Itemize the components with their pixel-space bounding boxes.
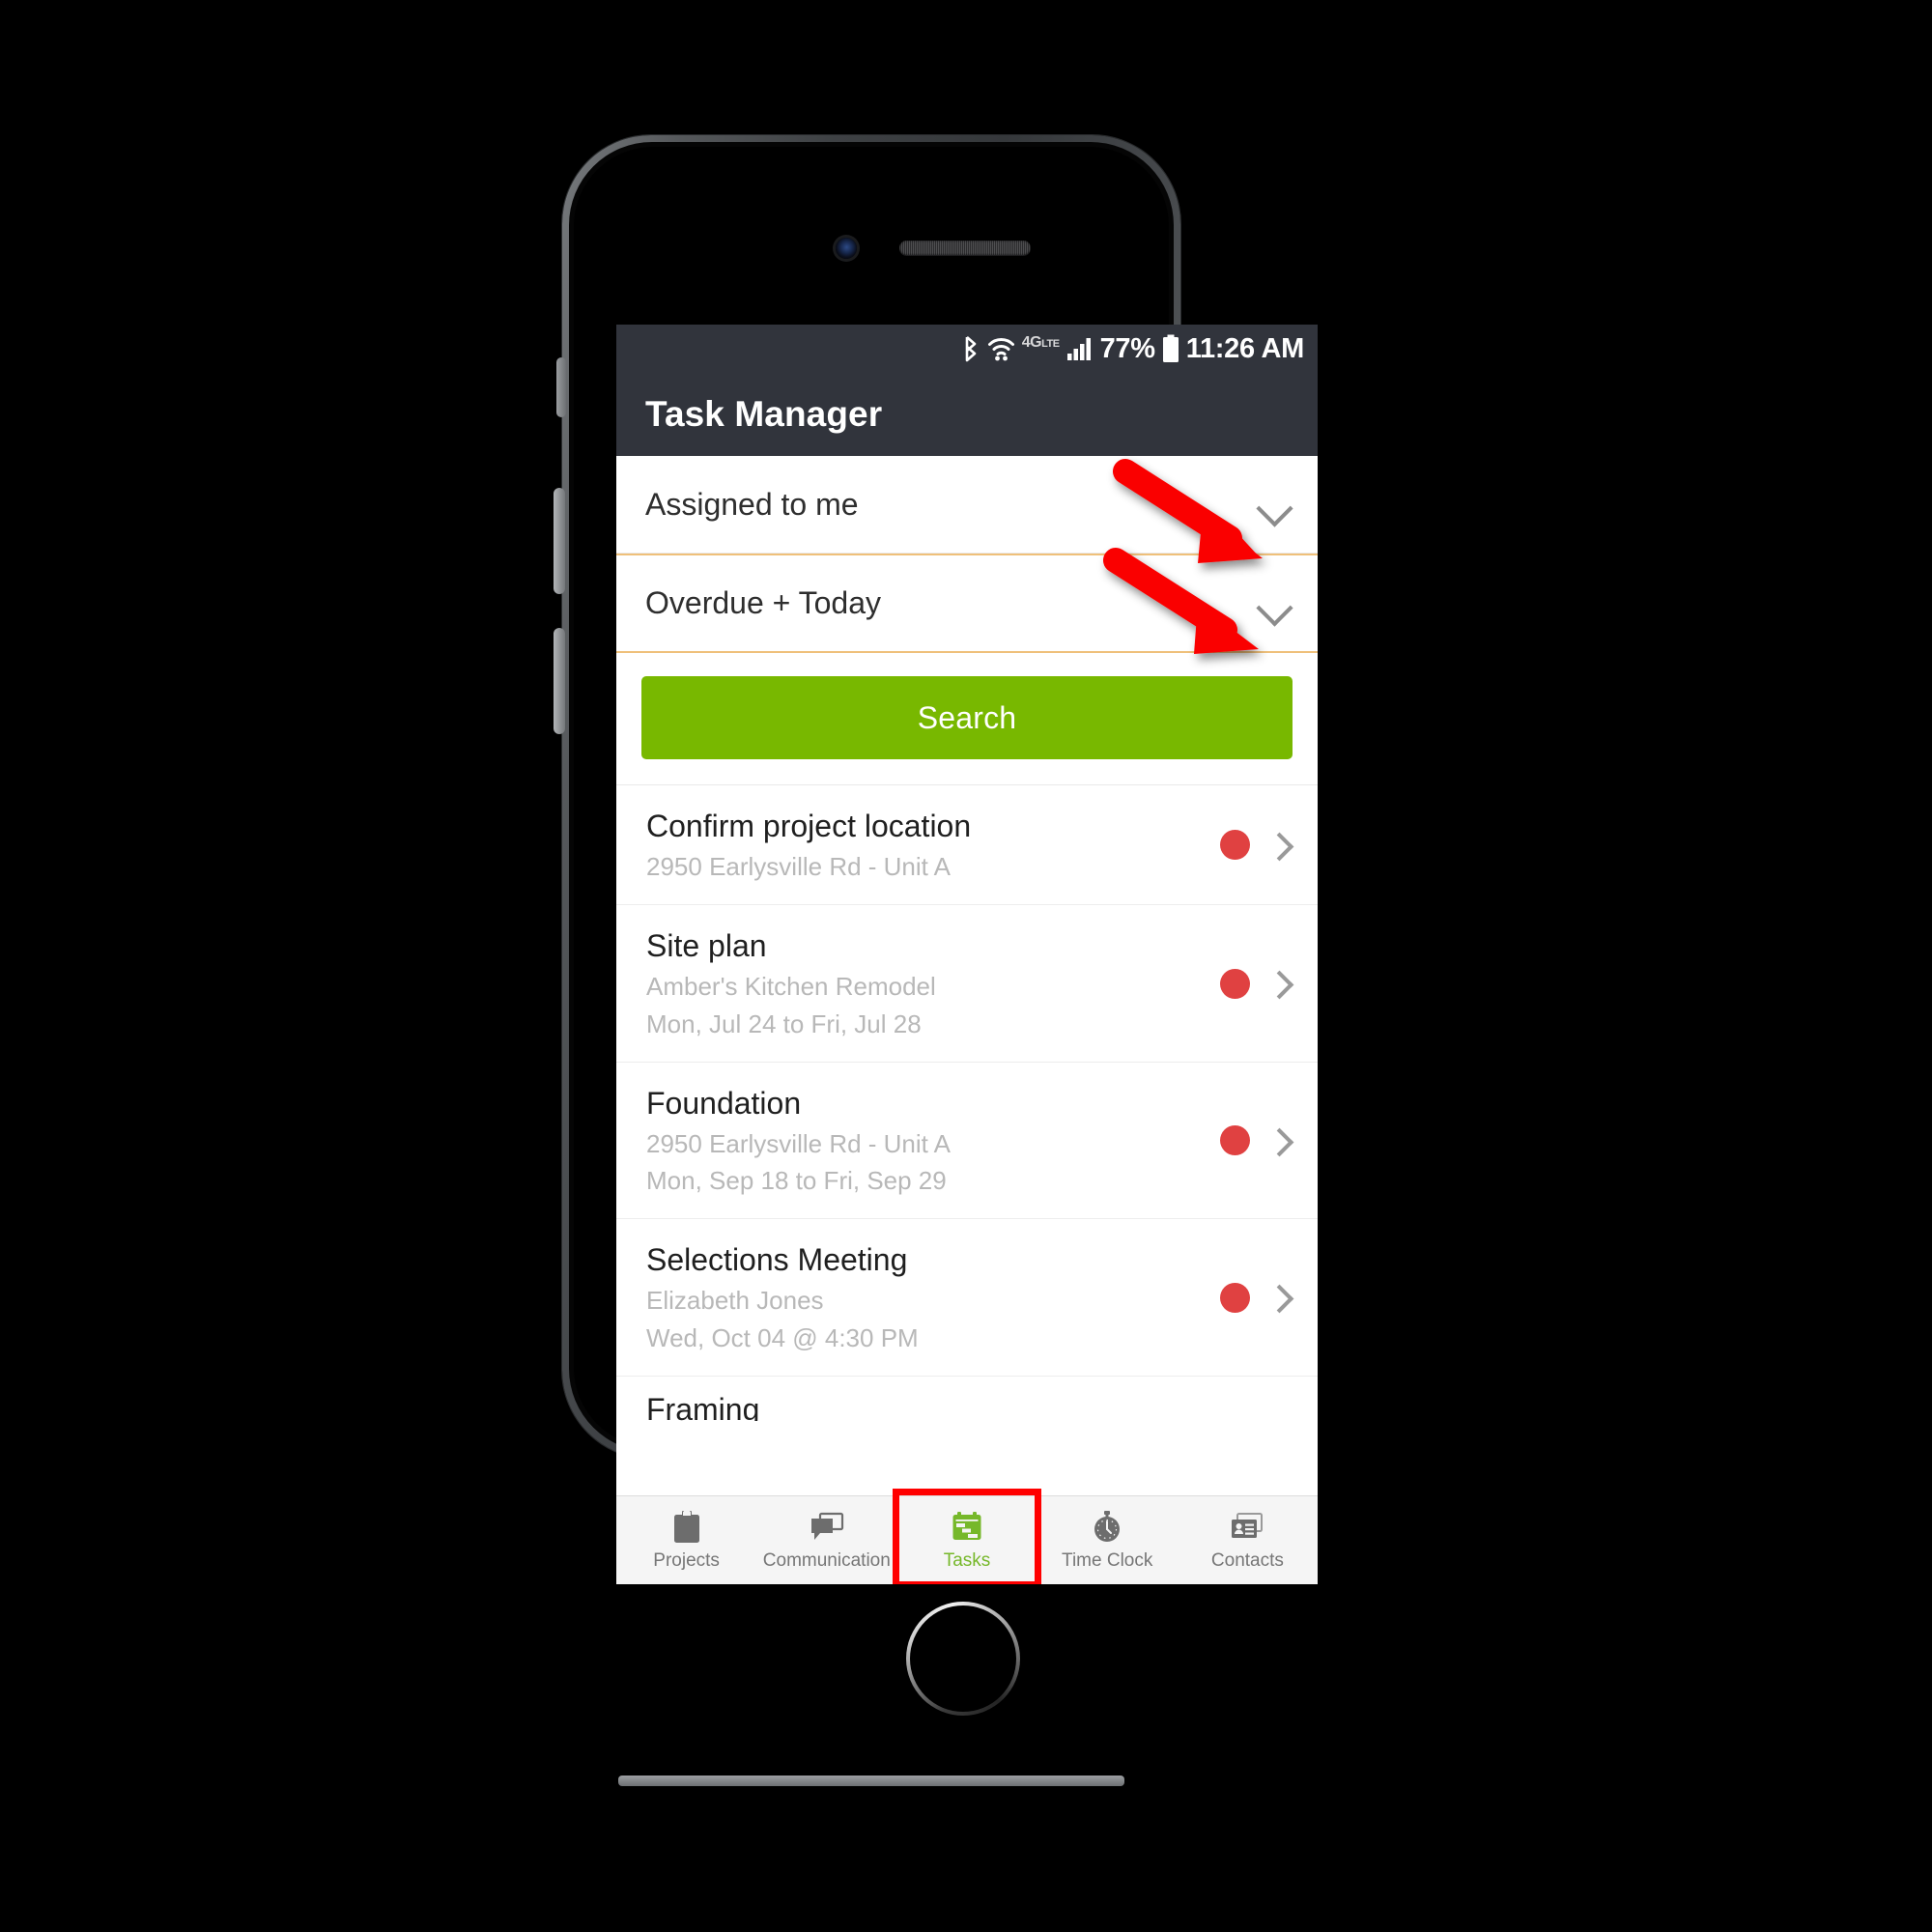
status-badge [1220, 968, 1250, 999]
task-content: Site plan Amber's Kitchen Remodel Mon, J… [646, 926, 1207, 1040]
battery-percent-label: 77% [1099, 332, 1155, 364]
chat-bubbles-icon [809, 1509, 845, 1546]
chevron-right-icon[interactable] [1267, 1283, 1293, 1312]
chevron-down-icon[interactable] [1256, 585, 1293, 622]
clock-label: 11:26 AM [1185, 332, 1305, 364]
task-title: Framing [646, 1391, 760, 1421]
chevron-right-icon[interactable] [1267, 831, 1293, 860]
task-content: Foundation 2950 Earlysville Rd - Unit A … [646, 1084, 1207, 1198]
status-bar: 4GLTE 77% 11:26 AM [616, 325, 1318, 373]
screenshot-stage: 4GLTE 77% 11:26 AM Task Manager Assigned… [0, 0, 1932, 1932]
task-meta [1207, 1282, 1293, 1313]
nav-item-contacts[interactable]: Contacts [1178, 1496, 1318, 1584]
task-content: Selections Meeting Elizabeth Jones Wed, … [646, 1240, 1207, 1354]
task-date: Mon, Jul 24 to Fri, Jul 28 [646, 1009, 922, 1038]
search-button[interactable]: Search [641, 676, 1293, 759]
nav-label: Tasks [943, 1550, 991, 1571]
chevron-down-icon[interactable] [1256, 486, 1293, 523]
nav-label: Time Clock [1062, 1550, 1153, 1571]
filter-assigned-to-me[interactable]: Assigned to me [616, 456, 1318, 554]
filter-overdue-today[interactable]: Overdue + Today [616, 554, 1318, 653]
task-list: Confirm project location 2950 Earlysvill… [616, 785, 1318, 1421]
clipboard-icon [668, 1509, 705, 1546]
task-subtitle: 2950 Earlysville Rd - Unit A [646, 1128, 952, 1158]
chevron-right-icon[interactable] [1267, 1126, 1293, 1155]
task-subtitle: Elizabeth Jones [646, 1286, 824, 1316]
status-badge [1220, 830, 1250, 861]
filter-section: Assigned to me Overdue + Today [616, 456, 1318, 653]
task-title: Selections Meeting [646, 1242, 908, 1278]
stopwatch-icon [1089, 1509, 1125, 1546]
nav-item-tasks[interactable]: Tasks [893, 1489, 1041, 1584]
task-subtitle: 2950 Earlysville Rd - Unit A [646, 851, 952, 881]
task-title: Foundation [646, 1085, 802, 1121]
filter-assigned-to-me-label: Assigned to me [645, 486, 859, 522]
search-section: Search [616, 653, 1318, 785]
app-bar: Task Manager [616, 373, 1318, 456]
home-button[interactable] [906, 1602, 1020, 1716]
page-title: Task Manager [645, 394, 883, 434]
nav-label: Projects [653, 1550, 720, 1571]
gantt-calendar-icon [949, 1509, 985, 1546]
nav-item-projects[interactable]: Projects [616, 1496, 756, 1584]
bottom-navigation-bar: Projects Communication Tasks Time Clock … [616, 1489, 1318, 1584]
task-row[interactable]: Selections Meeting Elizabeth Jones Wed, … [616, 1219, 1318, 1377]
task-content: Framing [646, 1390, 1293, 1421]
network-type-label: 4GLTE [1021, 334, 1060, 351]
earpiece-speaker [899, 241, 1031, 255]
task-title: Confirm project location [646, 809, 972, 843]
phone-screen: 4GLTE 77% 11:26 AM Task Manager Assigned… [616, 325, 1318, 1584]
task-meta [1207, 968, 1293, 999]
task-date: Mon, Sep 18 to Fri, Sep 29 [646, 1166, 947, 1196]
phone-bottom-edge [618, 1776, 1124, 1786]
status-badge [1220, 1125, 1250, 1156]
task-row[interactable]: Site plan Amber's Kitchen Remodel Mon, J… [616, 905, 1318, 1063]
task-row[interactable]: Framing [616, 1377, 1318, 1421]
task-meta [1207, 830, 1293, 861]
battery-icon [1162, 334, 1179, 363]
task-content: Confirm project location 2950 Earlysvill… [646, 807, 1207, 883]
nav-item-time-clock[interactable]: Time Clock [1037, 1496, 1178, 1584]
volume-down-button[interactable] [554, 628, 565, 734]
bluetooth-icon [961, 334, 980, 363]
wifi-icon [987, 336, 1015, 361]
task-date: Wed, Oct 04 @ 4:30 PM [646, 1322, 919, 1352]
filter-overdue-today-label: Overdue + Today [645, 585, 882, 620]
task-row[interactable]: Confirm project location 2950 Earlysvill… [616, 785, 1318, 906]
nav-label: Communication [762, 1550, 891, 1571]
front-camera [836, 238, 857, 259]
task-meta [1207, 1125, 1293, 1156]
contact-card-icon [1229, 1509, 1265, 1546]
task-subtitle: Amber's Kitchen Remodel [646, 972, 936, 1002]
cellular-signal-icon [1066, 336, 1094, 361]
status-badge [1220, 1282, 1250, 1313]
task-row[interactable]: Foundation 2950 Earlysville Rd - Unit A … [616, 1062, 1318, 1220]
nav-item-communication[interactable]: Communication [756, 1496, 896, 1584]
mute-switch-button[interactable] [556, 357, 566, 417]
volume-up-button[interactable] [554, 488, 565, 594]
nav-label: Contacts [1210, 1550, 1284, 1571]
task-title: Site plan [646, 928, 767, 964]
chevron-right-icon[interactable] [1267, 969, 1293, 998]
